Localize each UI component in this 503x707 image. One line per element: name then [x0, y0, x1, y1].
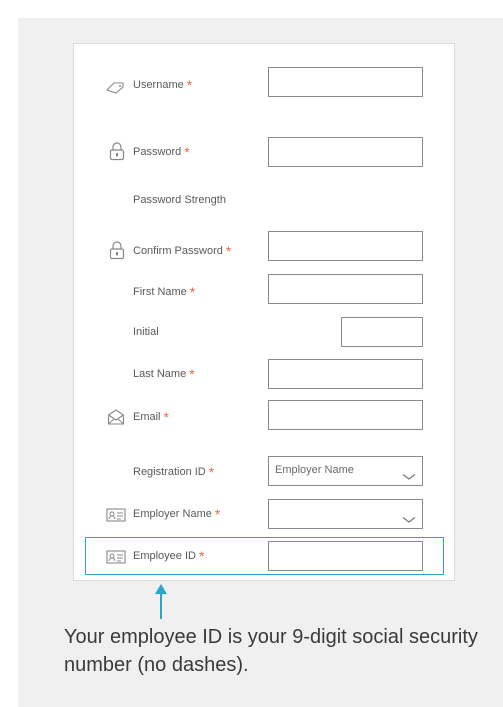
id-card-icon [106, 505, 126, 525]
employer-name-select[interactable] [268, 499, 423, 529]
first-name-input[interactable] [268, 274, 423, 304]
chevron-down-icon [402, 508, 416, 534]
initial-label: Initial [133, 326, 159, 338]
employee-id-callout: Your employee ID is your 9-digit social … [64, 626, 478, 676]
envelope-icon [106, 407, 126, 427]
lock-icon [107, 141, 127, 161]
email-label: Email * [133, 409, 169, 425]
password-input[interactable] [268, 137, 423, 167]
last-name-input[interactable] [268, 359, 423, 389]
password-label: Password * [133, 144, 190, 160]
username-label: Username * [133, 77, 193, 93]
employee-id-input[interactable] [268, 541, 423, 571]
id-card-icon [106, 547, 126, 567]
lock-icon [107, 240, 127, 260]
registration-id-label: Registration ID * [133, 464, 215, 480]
last-name-label: Last Name * [133, 366, 195, 382]
initial-input[interactable] [341, 317, 423, 347]
username-input[interactable] [268, 67, 423, 97]
confirm-password-label: Confirm Password * [133, 243, 232, 259]
first-name-label: First Name * [133, 284, 196, 300]
employer-name-label: Employer Name * [133, 506, 221, 522]
tag-icon [105, 78, 125, 98]
password-strength-label: Password Strength [133, 194, 226, 206]
registration-id-selected-value: Employer Name [275, 464, 354, 476]
registration-id-select[interactable]: Employer Name [268, 456, 423, 486]
email-input[interactable] [268, 400, 423, 430]
callout-arrow-line [160, 592, 162, 619]
employee-id-label: Employee ID * [133, 548, 205, 564]
chevron-down-icon [402, 465, 416, 491]
confirm-password-input[interactable] [268, 231, 423, 261]
